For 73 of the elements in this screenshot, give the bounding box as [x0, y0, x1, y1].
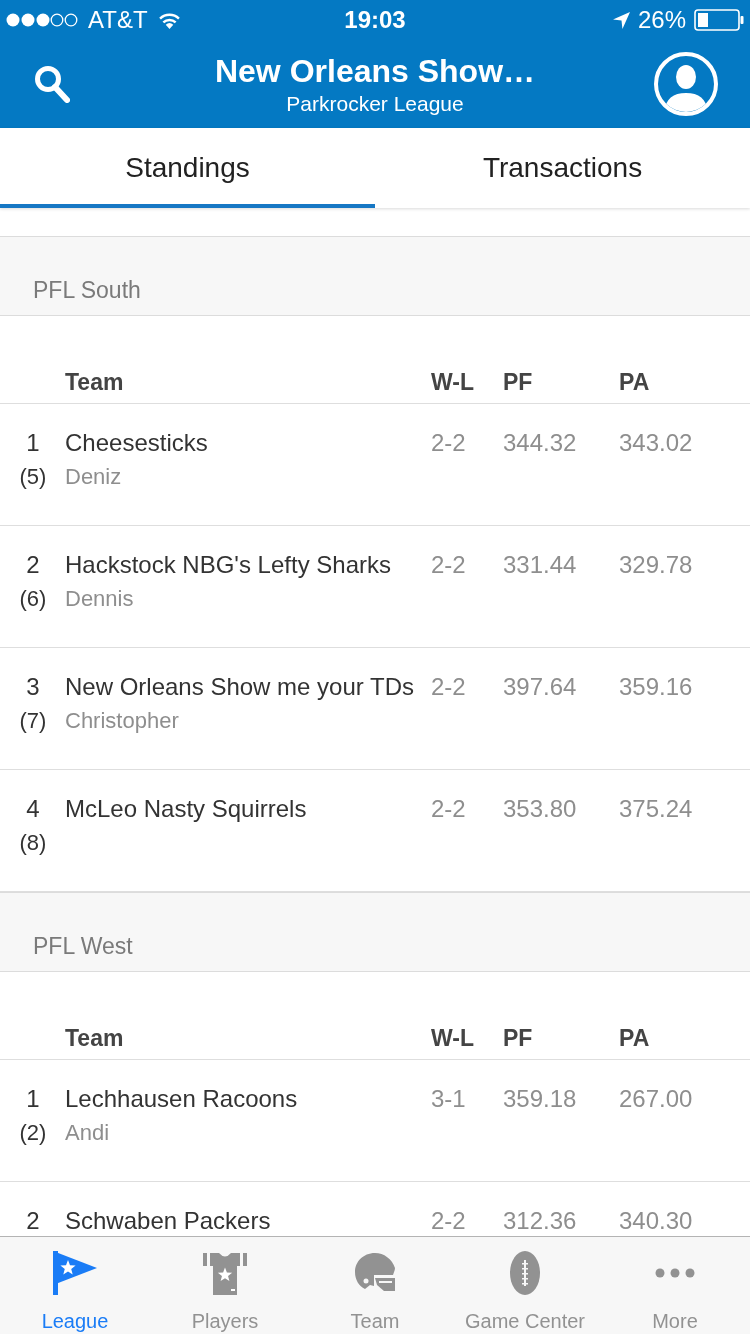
seed-number: (5) — [19, 463, 47, 491]
signal-strength-icon — [6, 13, 78, 27]
points-for: 312.36 — [503, 1207, 577, 1234]
football-icon — [510, 1251, 540, 1295]
status-time: 19:03 — [344, 5, 406, 35]
column-header: PF — [503, 369, 533, 395]
column-header: PF — [503, 1025, 533, 1051]
seed-number: (8) — [19, 829, 47, 857]
points-against: 329.78 — [619, 551, 693, 578]
league-title: New Orleans Show… — [214, 52, 536, 91]
points-against: 267.00 — [619, 1085, 693, 1112]
seed-number: (6) — [19, 585, 47, 613]
points-for: 331.44 — [503, 551, 577, 578]
column-header: Team — [65, 1025, 124, 1051]
column-header: W-L — [431, 1025, 474, 1051]
rank-number: 2 — [26, 550, 40, 580]
rank-number: 3 — [26, 672, 40, 702]
league-subtitle: Parkrocker League — [286, 91, 464, 117]
owner-name: Christopher — [65, 707, 179, 735]
more-icon — [655, 1268, 695, 1278]
segment-tab[interactable]: Standings — [0, 128, 375, 208]
win-loss-record: 2-2 — [431, 429, 466, 456]
team-name: Cheesesticks — [65, 428, 208, 458]
rank-number: 2 — [26, 1206, 40, 1236]
location-arrow-icon — [612, 11, 630, 29]
battery-icon — [694, 9, 744, 31]
rank-number: 1 — [26, 1084, 40, 1114]
tab-bar-item[interactable]: League — [0, 1237, 150, 1334]
column-header: W-L — [431, 369, 474, 395]
owner-name: Dennis — [65, 585, 134, 613]
division-name: PFL West — [33, 932, 133, 961]
points-for: 344.32 — [503, 429, 577, 456]
points-against: 343.02 — [619, 429, 693, 456]
win-loss-record: 2-2 — [431, 795, 466, 822]
flag-icon — [53, 1251, 97, 1295]
team-name: New Orleans Show me your TDs — [65, 672, 414, 702]
win-loss-record: 2-2 — [431, 673, 466, 700]
jersey-icon — [203, 1251, 247, 1295]
win-loss-record: 2-2 — [431, 1207, 466, 1234]
tab-bar-item[interactable]: More — [600, 1237, 750, 1334]
team-name: Lechhausen Racoons — [65, 1084, 298, 1114]
points-for: 353.80 — [503, 795, 577, 822]
team-name: Schwaben Packers — [65, 1206, 271, 1236]
search-button[interactable] — [34, 65, 70, 103]
column-header: PA — [619, 1025, 650, 1051]
rank-number: 4 — [26, 794, 40, 824]
points-for: 397.64 — [503, 673, 577, 700]
points-for: 359.18 — [503, 1085, 577, 1112]
battery-percentage: 26% — [637, 5, 686, 35]
column-header: Team — [65, 369, 124, 395]
search-icon — [34, 65, 70, 103]
division-name: PFL South — [33, 276, 141, 305]
points-against: 340.30 — [619, 1207, 693, 1234]
team-name: McLeo Nasty Squirrels — [65, 794, 307, 824]
owner-name: Andi — [65, 1119, 110, 1147]
owner-name: Deniz — [65, 463, 122, 491]
points-against: 359.16 — [619, 673, 693, 700]
seed-number: (7) — [19, 707, 47, 735]
points-against: 375.24 — [619, 795, 693, 822]
tab-bar-item[interactable]: Team — [300, 1237, 450, 1334]
tab-bar-item[interactable]: Game Center — [450, 1237, 600, 1334]
segment-tab[interactable]: Transactions — [375, 128, 750, 208]
tab-bar-item[interactable]: Players — [150, 1237, 300, 1334]
team-name: Hackstock NBG's Lefty Sharks — [65, 550, 391, 580]
avatar-icon — [654, 52, 718, 116]
seed-number: (2) — [19, 1119, 47, 1147]
carrier-name: AT&T — [88, 5, 148, 35]
win-loss-record: 2-2 — [431, 551, 466, 578]
profile-button[interactable] — [654, 52, 718, 116]
wifi-icon — [157, 11, 181, 29]
rank-number: 1 — [26, 428, 40, 458]
win-loss-record: 3-1 — [431, 1085, 466, 1112]
column-header: PA — [619, 369, 650, 395]
